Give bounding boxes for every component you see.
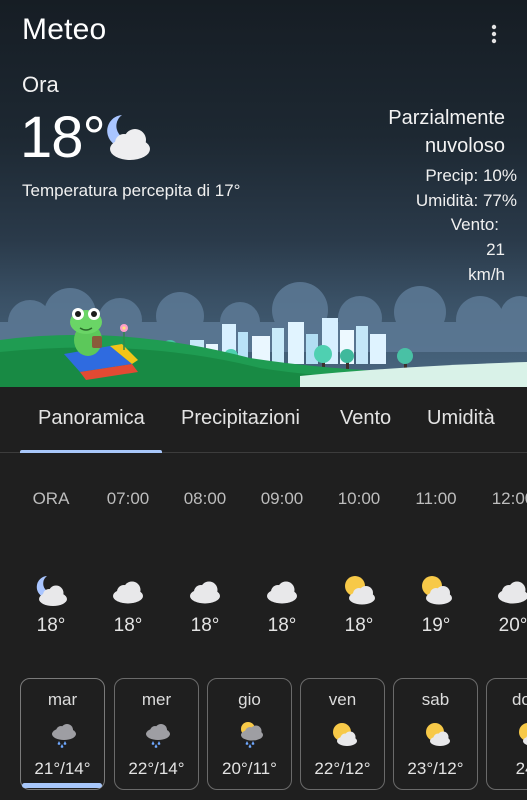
partly-sunny-icon	[519, 723, 527, 745]
day-temps: 20°/11°	[222, 759, 277, 778]
hourly-item: 07:00 18°	[93, 454, 163, 664]
hour-time: 08:00	[183, 489, 227, 508]
hour-time: 10:00	[337, 489, 381, 508]
hourly-item: 10:00 18°	[324, 454, 394, 664]
hour-time: 11:00	[415, 489, 457, 508]
more-vert-icon	[491, 24, 497, 44]
day-name: mer	[141, 690, 172, 709]
current-temperature: 18°	[20, 105, 106, 170]
humidity-stat: Umidità: 77%	[415, 191, 517, 210]
condition-text: Parzialmente nuvoloso	[388, 107, 505, 157]
day-card[interactable]: ven 22°/12°	[300, 678, 385, 790]
day-card[interactable]: mar 21°/14°	[20, 678, 105, 790]
hour-temp: 18°	[344, 615, 374, 636]
wind-label: Vento:	[450, 215, 499, 234]
day-name: dom	[511, 690, 527, 709]
rain-cloud-icon	[52, 724, 76, 748]
day-name: ven	[328, 690, 357, 709]
hour-temp: 18°	[190, 615, 220, 636]
hourly-item: 08:00 18°	[170, 454, 240, 664]
feels-like-text: Temperatura percepita di 17°	[22, 181, 241, 200]
hour-time: 12:00	[491, 489, 527, 508]
tab-humidity[interactable]: Umidità	[427, 407, 495, 430]
precipitation-stat: Precip: 10%	[425, 166, 517, 185]
tab-bar: Panoramica Precipitazioni Vento Umidità	[0, 387, 527, 453]
active-tab-indicator	[20, 450, 162, 453]
partly-sunny-icon	[422, 576, 452, 605]
partly-cloudy-night-icon	[107, 115, 150, 160]
hour-time: 07:00	[106, 489, 150, 508]
hour-temp: 20°	[498, 615, 527, 636]
hourly-item: ORA 18°	[16, 454, 86, 664]
partly-sunny-icon	[345, 576, 375, 605]
day-card[interactable]: dom 24°	[486, 678, 527, 790]
day-name: sab	[421, 690, 450, 709]
tab-overview[interactable]: Panoramica	[38, 407, 145, 430]
day-card[interactable]: sab 23°/12°	[393, 678, 478, 790]
rain-cloud-icon	[146, 724, 170, 748]
hourly-item: 11:00 19°	[401, 454, 471, 664]
hour-time: ORA	[32, 489, 70, 508]
daily-forecast[interactable]: mar 21°/14° mer 22°/14° gio 20°/11° ven …	[0, 678, 527, 800]
day-card[interactable]: mer 22°/14°	[114, 678, 199, 790]
hourly-forecast[interactable]: ORA 18° 07:00 18° 08:00 18° 09:00 18° 10…	[0, 454, 527, 664]
tab-wind[interactable]: Vento	[340, 407, 391, 430]
current-conditions-panel: Meteo Ora 18° Temperatura percepita di 1…	[0, 0, 527, 387]
cloudy-icon	[113, 581, 143, 604]
weather-app: Meteo Ora 18° Temperatura percepita di 1…	[0, 0, 527, 800]
day-temps: 23°/12°	[407, 759, 464, 778]
partly-sunny-icon	[333, 723, 357, 746]
selected-day-indicator	[22, 783, 102, 788]
day-card[interactable]: gio 20°/11°	[207, 678, 292, 790]
day-temps: 21°/14°	[34, 759, 91, 778]
hour-temp: 18°	[36, 615, 66, 636]
more-options-button[interactable]	[480, 18, 508, 50]
hour-temp: 18°	[113, 615, 143, 636]
weather-illustration	[0, 282, 527, 387]
hour-temp: 19°	[421, 615, 451, 636]
day-name: mar	[47, 690, 78, 709]
wind-value: 21	[486, 240, 505, 259]
hourly-item: 12:00 20°	[478, 454, 527, 664]
now-label: Ora	[22, 72, 59, 97]
partly-sunny-icon	[426, 723, 450, 746]
hour-time: 09:00	[260, 489, 304, 508]
day-temps: 22°/14°	[128, 759, 185, 778]
day-name: gio	[238, 690, 261, 709]
hourly-item: 09:00 18°	[247, 454, 317, 664]
cloudy-icon	[498, 581, 527, 604]
tab-precipitation[interactable]: Precipitazioni	[181, 407, 300, 430]
cloudy-icon	[267, 581, 297, 604]
hour-temp: 18°	[267, 615, 297, 636]
partly-cloudy-night-icon	[36, 576, 67, 606]
day-temps: 24°	[515, 759, 527, 778]
day-temps: 22°/12°	[314, 759, 371, 778]
sun-rain-cloud-icon	[241, 722, 263, 748]
app-title: Meteo	[22, 13, 107, 46]
cloudy-icon	[190, 581, 220, 604]
